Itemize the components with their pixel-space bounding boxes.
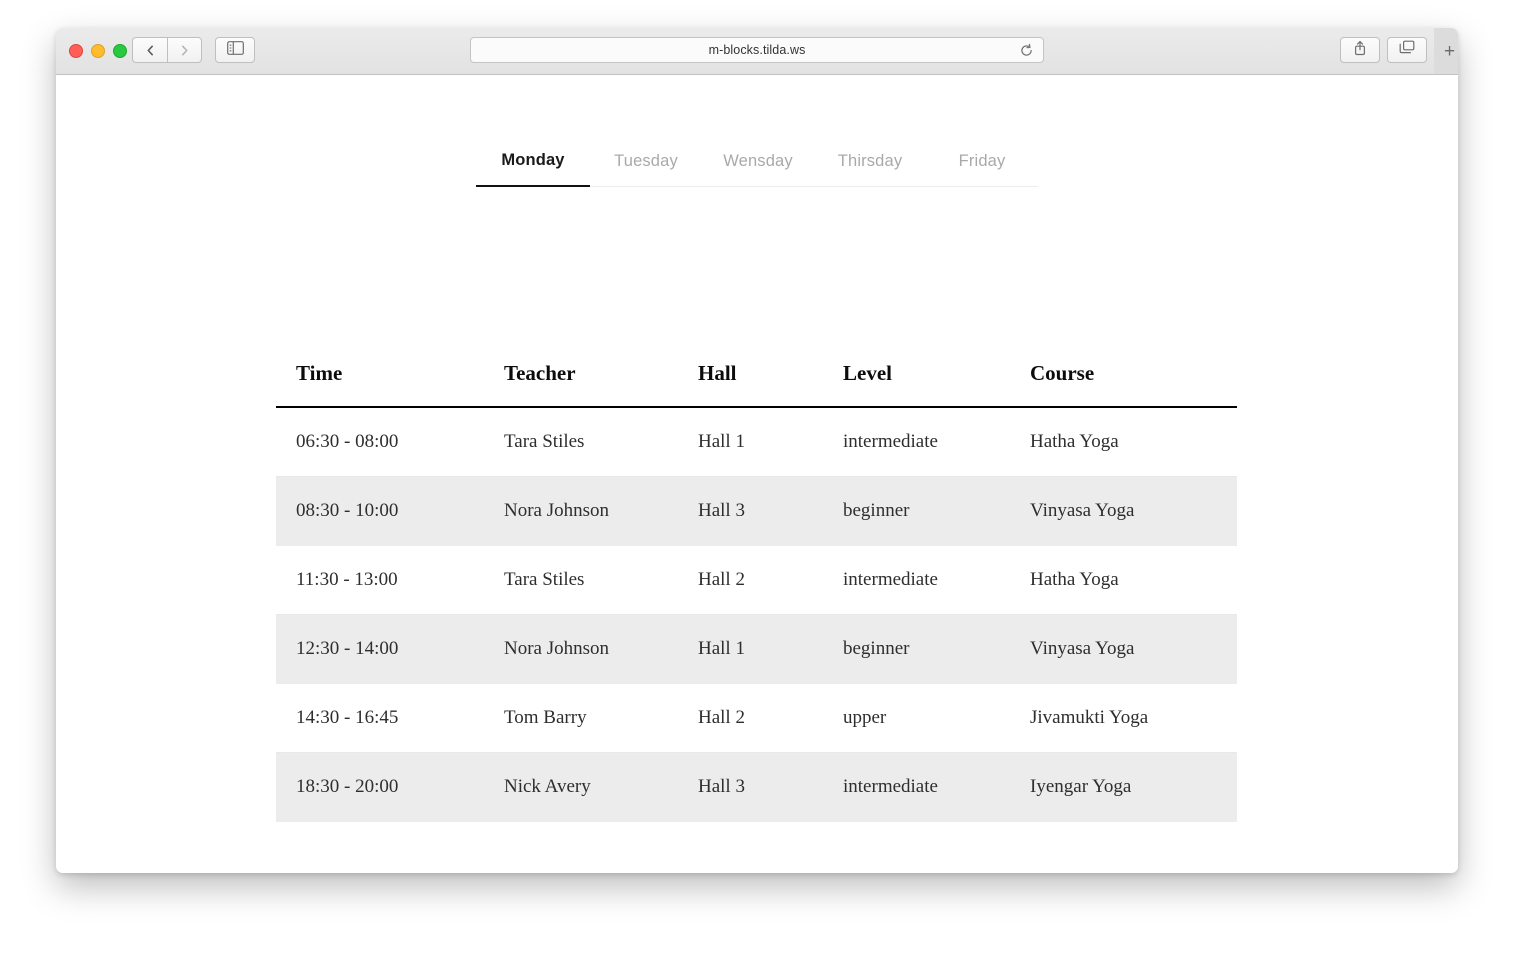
show-all-tabs-button[interactable] — [1387, 37, 1427, 63]
cell-course: Hatha Yoga — [1030, 407, 1237, 477]
cell-teacher: Tara Stiles — [504, 407, 698, 477]
cell-hall: Hall 3 — [698, 752, 843, 822]
cell-hall: Hall 1 — [698, 614, 843, 684]
tab-tuesday[interactable]: Tuesday — [590, 152, 702, 186]
cell-hall: Hall 2 — [698, 683, 843, 753]
cell-time: 12:30 - 14:00 — [276, 614, 504, 684]
cell-teacher: Tom Barry — [504, 683, 698, 753]
cell-time: 08:30 - 10:00 — [276, 476, 504, 546]
sidebar-toggle-button[interactable] — [215, 37, 255, 63]
column-header-level: Level — [843, 340, 1030, 408]
schedule-table-body: 06:30 - 08:00 Tara Stiles Hall 1 interme… — [276, 407, 1237, 822]
tab-thirsday[interactable]: Thirsday — [814, 152, 926, 186]
cell-time: 11:30 - 13:00 — [276, 545, 504, 615]
table-row: 11:30 - 13:00 Tara Stiles Hall 2 interme… — [276, 545, 1237, 615]
new-tab-label: + — [1443, 40, 1456, 62]
cell-course: Vinyasa Yoga — [1030, 614, 1237, 684]
cell-level: upper — [843, 683, 1030, 753]
page-content: Monday Tuesday Wensday Thirsday Friday T… — [56, 75, 1458, 873]
column-header-course: Course — [1030, 340, 1237, 408]
schedule-table-head: Time Teacher Hall Level Course — [276, 340, 1237, 408]
cell-time: 18:30 - 20:00 — [276, 752, 504, 822]
table-header-row: Time Teacher Hall Level Course — [276, 340, 1237, 408]
browser-window: m-blocks.tilda.ws + Monday Tuesday Wensd… — [56, 28, 1458, 873]
table-row: 12:30 - 14:00 Nora Johnson Hall 1 beginn… — [276, 614, 1237, 684]
cell-level: intermediate — [843, 407, 1030, 477]
cell-time: 06:30 - 08:00 — [276, 407, 504, 477]
maximize-window-button[interactable] — [113, 44, 127, 58]
cell-hall: Hall 1 — [698, 407, 843, 477]
table-row: 08:30 - 10:00 Nora Johnson Hall 3 beginn… — [276, 476, 1237, 546]
column-header-teacher: Teacher — [504, 340, 698, 408]
cell-teacher: Nora Johnson — [504, 614, 698, 684]
table-row: 18:30 - 20:00 Nick Avery Hall 3 intermed… — [276, 752, 1237, 822]
back-button[interactable] — [132, 37, 167, 63]
cell-course: Jivamukti Yoga — [1030, 683, 1237, 753]
close-window-button[interactable] — [69, 44, 83, 58]
share-icon — [1353, 40, 1367, 61]
chevron-right-icon — [179, 44, 190, 57]
cell-course: Hatha Yoga — [1030, 545, 1237, 615]
schedule-table: Time Teacher Hall Level Course 06:30 - 0… — [276, 340, 1237, 822]
reload-icon[interactable] — [1019, 43, 1034, 63]
cell-teacher: Tara Stiles — [504, 545, 698, 615]
column-header-hall: Hall — [698, 340, 843, 408]
cell-time: 14:30 - 16:45 — [276, 683, 504, 753]
sidebar-toggle-icon — [226, 40, 244, 60]
day-tab-bar: Monday Tuesday Wensday Thirsday Friday — [476, 151, 1038, 187]
url-text: m-blocks.tilda.ws — [708, 43, 806, 57]
tab-monday[interactable]: Monday — [476, 151, 590, 187]
cell-level: beginner — [843, 614, 1030, 684]
window-controls — [69, 44, 127, 58]
tab-wensday[interactable]: Wensday — [702, 152, 814, 186]
share-button[interactable] — [1340, 37, 1380, 63]
table-row: 06:30 - 08:00 Tara Stiles Hall 1 interme… — [276, 407, 1237, 477]
cell-teacher: Nora Johnson — [504, 476, 698, 546]
show-tabs-icon — [1399, 40, 1415, 60]
minimize-window-button[interactable] — [91, 44, 105, 58]
cell-hall: Hall 2 — [698, 545, 843, 615]
cell-level: beginner — [843, 476, 1030, 546]
cell-hall: Hall 3 — [698, 476, 843, 546]
cell-course: Vinyasa Yoga — [1030, 476, 1237, 546]
chevron-left-icon — [145, 44, 156, 57]
table-row: 14:30 - 16:45 Tom Barry Hall 2 upper Jiv… — [276, 683, 1237, 753]
cell-level: intermediate — [843, 752, 1030, 822]
address-bar[interactable]: m-blocks.tilda.ws — [470, 37, 1044, 63]
column-header-time: Time — [276, 340, 504, 408]
cell-teacher: Nick Avery — [504, 752, 698, 822]
cell-level: intermediate — [843, 545, 1030, 615]
forward-button[interactable] — [167, 37, 202, 63]
tab-friday[interactable]: Friday — [926, 152, 1038, 186]
new-tab-button[interactable]: + — [1434, 28, 1458, 74]
cell-course: Iyengar Yoga — [1030, 752, 1237, 822]
browser-toolbar: m-blocks.tilda.ws + — [56, 28, 1458, 75]
